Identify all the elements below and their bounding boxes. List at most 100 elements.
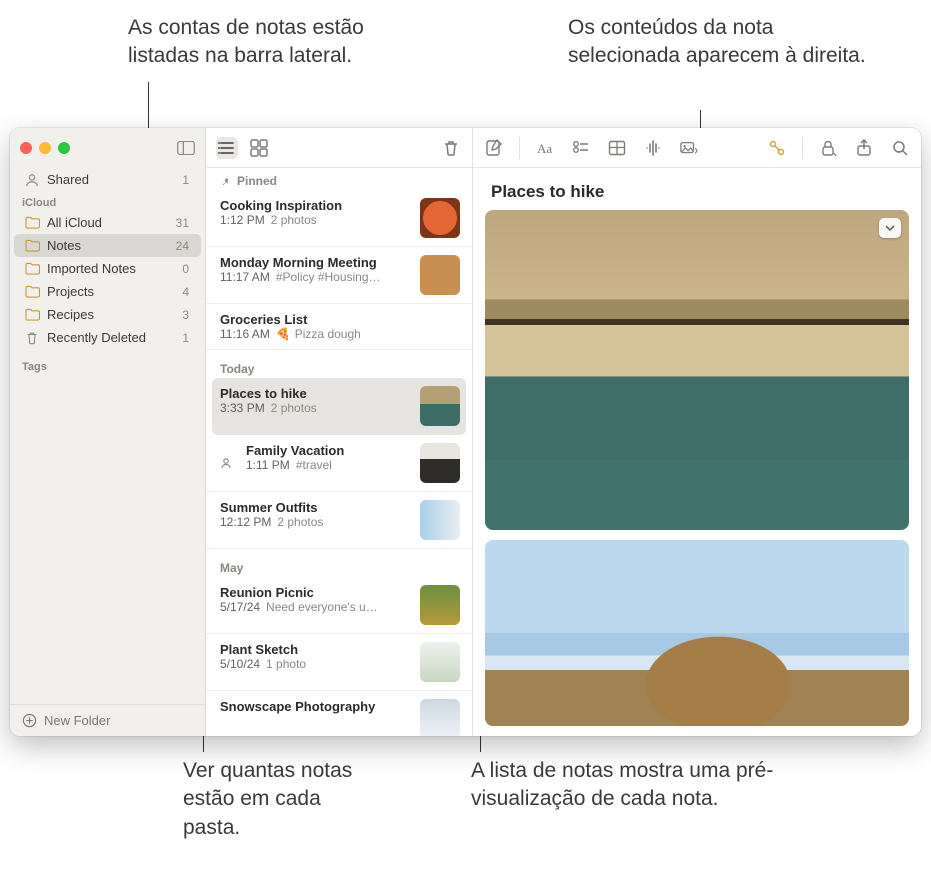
- delete-note-button[interactable]: [440, 137, 462, 159]
- folder-icon: [24, 308, 40, 321]
- callout-top-left: As contas de notas estão listadas na bar…: [128, 14, 428, 71]
- may-section-header[interactable]: May: [206, 549, 472, 577]
- may-label: May: [220, 561, 243, 575]
- note-item-plant-sketch[interactable]: Plant Sketch 5/10/241 photo: [206, 634, 472, 691]
- close-window-button[interactable]: [20, 142, 32, 154]
- note-meta: 1:12 PM2 photos: [220, 213, 410, 227]
- new-folder-button[interactable]: New Folder: [10, 704, 205, 736]
- fullscreen-window-button[interactable]: [58, 142, 70, 154]
- sidebar-item-notes[interactable]: Notes 24: [14, 234, 201, 257]
- trash-icon: [24, 331, 40, 345]
- folder-icon: [24, 239, 40, 252]
- link-note-button[interactable]: [766, 137, 788, 159]
- note-thumbnail: [420, 585, 460, 625]
- folder-icon: [24, 285, 40, 298]
- note-item-family-vacation[interactable]: Family Vacation 1:11 PM#travel: [206, 435, 472, 492]
- format-button[interactable]: Aa: [534, 137, 556, 159]
- sidebar-item-count: 0: [182, 262, 189, 276]
- note-title: Places to hike: [220, 386, 410, 401]
- callout-bottom-left: Ver quantas notas estão em cada pasta.: [183, 757, 383, 842]
- sidebar-item-count: 1: [182, 173, 189, 187]
- sidebar-item-recently-deleted[interactable]: Recently Deleted 1: [14, 326, 201, 349]
- audio-button[interactable]: [642, 137, 664, 159]
- list-view-button[interactable]: [216, 137, 238, 159]
- pizza-icon: 🍕: [276, 327, 291, 341]
- note-item-monday-meeting[interactable]: Monday Morning Meeting 11:17 AM#Policy #…: [206, 247, 472, 304]
- new-folder-label: New Folder: [44, 713, 110, 728]
- window-titlebar: [10, 128, 205, 168]
- note-title: Snowscape Photography: [220, 699, 410, 714]
- sidebar-item-projects[interactable]: Projects 4: [14, 280, 201, 303]
- callout-bottom-right: A lista de notas mostra uma pré-visualiz…: [471, 757, 851, 814]
- checklist-button[interactable]: [570, 137, 592, 159]
- note-title: Family Vacation: [246, 443, 410, 458]
- pinned-section-header[interactable]: Pinned: [206, 168, 472, 190]
- minimize-window-button[interactable]: [39, 142, 51, 154]
- sidebar-item-all-icloud[interactable]: All iCloud 31: [14, 211, 201, 234]
- notes-window: Shared 1 iCloud All iCloud 31 Notes 24 I…: [10, 128, 921, 736]
- sidebar-item-count: 4: [182, 285, 189, 299]
- sidebar: Shared 1 iCloud All iCloud 31 Notes 24 I…: [10, 128, 206, 736]
- sidebar-item-count: 31: [176, 216, 189, 230]
- sidebar-item-label: Imported Notes: [47, 261, 175, 276]
- sidebar-item-imported-notes[interactable]: Imported Notes 0: [14, 257, 201, 280]
- sidebar-item-label: Recipes: [47, 307, 175, 322]
- note-content[interactable]: Places to hike: [473, 168, 921, 736]
- sidebar-item-label: Shared: [47, 172, 175, 187]
- share-button[interactable]: [853, 137, 875, 159]
- notes-list-pane: Pinned Cooking Inspiration 1:12 PM2 phot…: [206, 128, 473, 736]
- sidebar-toggle-button[interactable]: [177, 141, 195, 155]
- sidebar-item-label: Notes: [47, 238, 169, 253]
- note-thumbnail: [420, 500, 460, 540]
- sidebar-tags-label: Tags: [10, 355, 205, 375]
- sidebar-item-label: All iCloud: [47, 215, 169, 230]
- sidebar-item-shared[interactable]: Shared 1: [14, 168, 201, 191]
- note-meta: 5/10/241 photo: [220, 657, 410, 671]
- note-meta: 11:16 AM🍕Pizza dough: [220, 327, 460, 341]
- note-meta: 11:17 AM#Policy #Housing…: [220, 270, 410, 284]
- photo-actions-button[interactable]: [879, 218, 901, 238]
- note-thumbnail: [420, 642, 460, 682]
- note-item-reunion-picnic[interactable]: Reunion Picnic 5/17/24Need everyone's u…: [206, 577, 472, 634]
- note-editor-pane: Aa Places to hike: [473, 128, 921, 736]
- note-title: Groceries List: [220, 312, 460, 327]
- note-meta: 1:11 PM#travel: [246, 458, 410, 472]
- note-thumbnail: [420, 198, 460, 238]
- notes-list-body: Pinned Cooking Inspiration 1:12 PM2 phot…: [206, 168, 472, 736]
- note-item-cooking-inspiration[interactable]: Cooking Inspiration 1:12 PM2 photos: [206, 190, 472, 247]
- gallery-view-button[interactable]: [248, 137, 270, 159]
- new-note-button[interactable]: [483, 137, 505, 159]
- note-item-summer-outfits[interactable]: Summer Outfits 12:12 PM2 photos: [206, 492, 472, 549]
- sidebar-item-count: 3: [182, 308, 189, 322]
- note-title: Reunion Picnic: [220, 585, 410, 600]
- note-item-snowscape[interactable]: Snowscape Photography: [206, 691, 472, 736]
- note-item-groceries-list[interactable]: Groceries List 11:16 AM🍕Pizza dough: [206, 304, 472, 350]
- note-meta: 5/17/24Need everyone's u…: [220, 600, 410, 614]
- note-thumbnail: [420, 699, 460, 736]
- media-button[interactable]: [678, 137, 700, 159]
- search-button[interactable]: [889, 137, 911, 159]
- note-photo-2[interactable]: [485, 540, 909, 726]
- shared-icon: [24, 173, 40, 187]
- note-title: Places to hike: [491, 182, 903, 202]
- folder-icon: [24, 216, 40, 229]
- note-title: Summer Outfits: [220, 500, 410, 515]
- note-title: Monday Morning Meeting: [220, 255, 410, 270]
- toolbar-separator: [802, 137, 803, 159]
- lock-button[interactable]: [817, 137, 839, 159]
- traffic-lights: [20, 142, 70, 154]
- note-item-places-to-hike[interactable]: Places to hike 3:33 PM2 photos: [212, 378, 466, 435]
- notes-list-toolbar: [206, 128, 472, 168]
- today-label: Today: [220, 362, 254, 376]
- sidebar-item-label: Projects: [47, 284, 175, 299]
- sidebar-item-recipes[interactable]: Recipes 3: [14, 303, 201, 326]
- today-section-header[interactable]: Today: [206, 350, 472, 378]
- table-button[interactable]: [606, 137, 628, 159]
- note-thumbnail: [420, 443, 460, 483]
- note-meta: 3:33 PM2 photos: [220, 401, 410, 415]
- note-photo-1[interactable]: [485, 210, 909, 530]
- pinned-label: Pinned: [237, 174, 277, 188]
- folder-icon: [24, 262, 40, 275]
- note-meta: 12:12 PM2 photos: [220, 515, 410, 529]
- note-title: Plant Sketch: [220, 642, 410, 657]
